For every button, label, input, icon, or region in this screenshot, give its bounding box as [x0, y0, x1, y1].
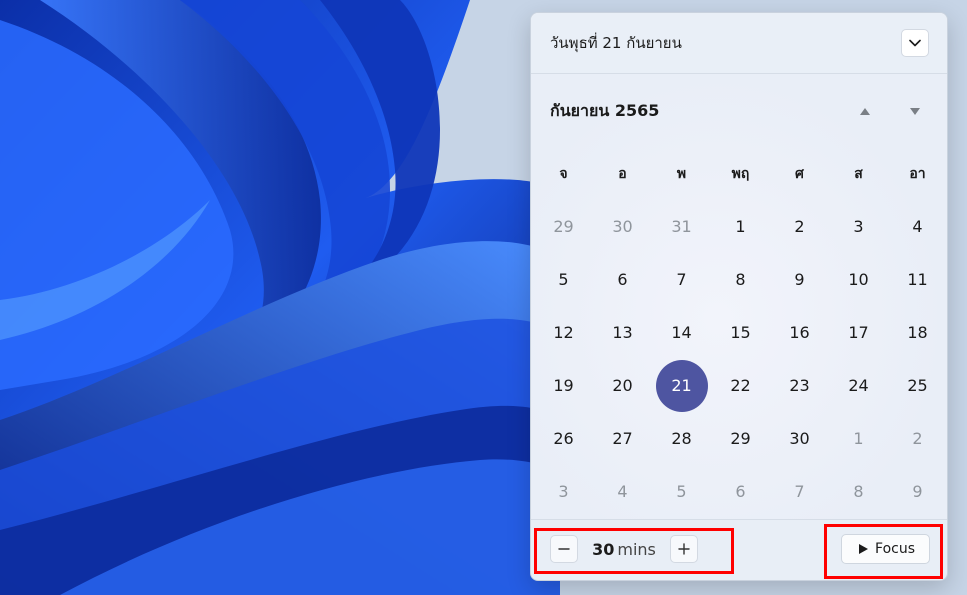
calendar-day[interactable]: 31	[652, 200, 711, 253]
calendar-day[interactable]: 8	[829, 465, 888, 518]
calendar-day[interactable]: 4	[593, 465, 652, 518]
calendar-flyout: วันพุธที่ 21 กันยายน กันยายน 2565 จ อ พ …	[530, 12, 948, 581]
weekday-label: พฤ	[731, 166, 750, 182]
calendar-day[interactable]: 25	[888, 359, 947, 412]
calendar-day[interactable]: 5	[652, 465, 711, 518]
plus-icon	[678, 543, 690, 555]
calendar-day[interactable]: 28	[652, 412, 711, 465]
weekday-label: อา	[909, 166, 926, 182]
triangle-up-icon	[860, 107, 870, 115]
calendar-day[interactable]: 9	[770, 253, 829, 306]
calendar-day-selected[interactable]: 21	[652, 359, 711, 412]
previous-month-button[interactable]	[851, 97, 879, 125]
play-icon	[859, 544, 869, 554]
weekday-header-row: จ อ พ พฤ ศ ส อา	[531, 148, 947, 200]
weekday-label: ศ	[795, 166, 804, 182]
calendar-day[interactable]: 30	[593, 200, 652, 253]
calendar-week-row: 12 13 14 15 16 17 18	[531, 306, 947, 359]
chevron-down-icon	[909, 39, 921, 47]
next-month-button[interactable]	[901, 97, 929, 125]
triangle-down-icon	[910, 107, 920, 115]
calendar-day[interactable]: 13	[593, 306, 652, 359]
calendar-day[interactable]: 7	[770, 465, 829, 518]
weekday-label: จ	[559, 166, 568, 182]
calendar-day[interactable]: 6	[593, 253, 652, 306]
start-focus-button[interactable]: Focus	[841, 534, 930, 564]
weekday-label: พ	[676, 166, 687, 182]
calendar-day[interactable]: 3	[534, 465, 593, 518]
calendar-body: กันยายน 2565 จ อ พ พฤ ศ ส อา 29 30 31 1 …	[531, 74, 947, 520]
weekday-label: ส	[854, 166, 863, 182]
minus-icon	[558, 548, 570, 550]
calendar-day[interactable]: 6	[711, 465, 770, 518]
calendar-day[interactable]: 23	[770, 359, 829, 412]
minutes-value: 30	[592, 539, 615, 559]
focus-duration-control: 30 mins	[550, 535, 698, 563]
calendar-day[interactable]: 15	[711, 306, 770, 359]
calendar-day[interactable]: 5	[534, 253, 593, 306]
focus-session-bar: 30 mins Focus	[531, 520, 947, 578]
calendar-day[interactable]: 26	[534, 412, 593, 465]
decrease-minutes-button[interactable]	[550, 535, 578, 563]
increase-minutes-button[interactable]	[670, 535, 698, 563]
calendar-day[interactable]: 16	[770, 306, 829, 359]
month-navigation: กันยายน 2565	[531, 74, 947, 148]
calendar-week-row: 26 27 28 29 30 1 2	[531, 412, 947, 465]
weekday-label: อ	[618, 166, 627, 182]
calendar-week-row: 5 6 7 8 9 10 11	[531, 253, 947, 306]
calendar-day[interactable]: 10	[829, 253, 888, 306]
calendar-day[interactable]: 9	[888, 465, 947, 518]
selected-day-number: 21	[671, 376, 692, 395]
calendar-day[interactable]: 19	[534, 359, 593, 412]
calendar-day[interactable]: 24	[829, 359, 888, 412]
calendar-day[interactable]: 3	[829, 200, 888, 253]
calendar-day[interactable]: 22	[711, 359, 770, 412]
calendar-day[interactable]: 12	[534, 306, 593, 359]
calendar-day[interactable]: 20	[593, 359, 652, 412]
calendar-day[interactable]: 14	[652, 306, 711, 359]
minutes-unit: mins	[617, 539, 656, 559]
calendar-day[interactable]: 2	[770, 200, 829, 253]
calendar-day[interactable]: 29	[711, 412, 770, 465]
calendar-day[interactable]: 17	[829, 306, 888, 359]
calendar-day[interactable]: 29	[534, 200, 593, 253]
calendar-day[interactable]: 2	[888, 412, 947, 465]
calendar-week-row: 19 20 21 22 23 24 25	[531, 359, 947, 412]
calendar-day[interactable]: 7	[652, 253, 711, 306]
calendar-week-row: 3 4 5 6 7 8 9	[531, 465, 947, 518]
calendar-day[interactable]: 4	[888, 200, 947, 253]
calendar-week-row: 29 30 31 1 2 3 4	[531, 200, 947, 253]
current-date-label: วันพุธที่ 21 กันยายน	[550, 34, 682, 52]
month-title[interactable]: กันยายน 2565	[550, 99, 829, 124]
calendar-day[interactable]: 30	[770, 412, 829, 465]
calendar-header: วันพุธที่ 21 กันยายน	[531, 13, 947, 74]
calendar-day[interactable]: 1	[829, 412, 888, 465]
calendar-day[interactable]: 1	[711, 200, 770, 253]
calendar-day[interactable]: 11	[888, 253, 947, 306]
calendar-day[interactable]: 27	[593, 412, 652, 465]
calendar-day[interactable]: 18	[888, 306, 947, 359]
collapse-calendar-button[interactable]	[901, 29, 929, 57]
focus-duration-display: 30 mins	[578, 540, 670, 559]
focus-button-label: Focus	[875, 541, 915, 557]
calendar-day[interactable]: 8	[711, 253, 770, 306]
